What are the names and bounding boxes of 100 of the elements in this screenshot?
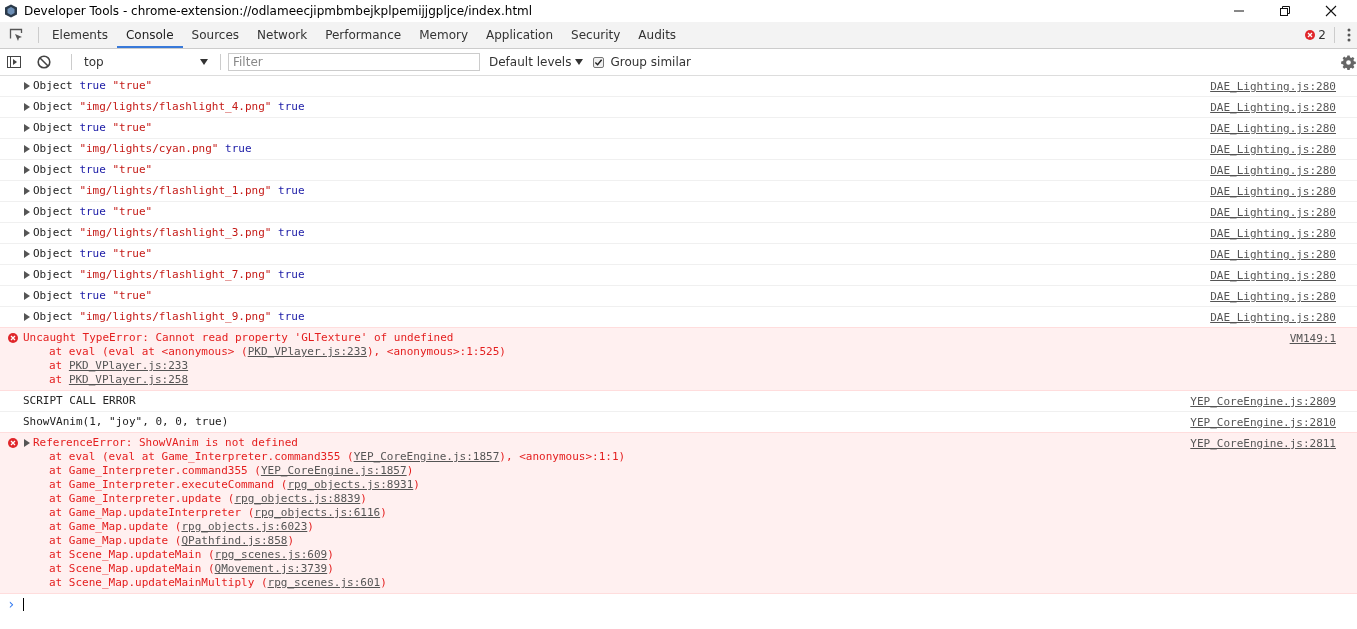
tab[interactable]: Memory <box>410 22 477 48</box>
stack-trace-line: at Game_Map.update (rpg_objects.js:6023) <box>48 520 314 534</box>
stack-trace-line: at PKD_VPlayer.js:258 <box>48 373 189 387</box>
error-message: Uncaught TypeError: Cannot read property 'GLTexture' of undefined <box>23 331 454 345</box>
source-link[interactable]: rpg_objects.js:8931 <box>287 478 414 491</box>
source-link[interactable]: DAE_Lighting.js:280 <box>1210 118 1336 136</box>
devtools-app-icon <box>4 4 18 18</box>
stack-trace-line: at Game_Interpreter.executeCommand (rpg_objects.js:8931) <box>48 478 420 492</box>
group-similar-checkbox[interactable] <box>593 56 605 68</box>
log-message: Object true "true" <box>33 289 153 303</box>
source-link[interactable]: rpg_objects.js:8839 <box>234 492 361 505</box>
group-similar-label: Group similar <box>610 55 692 69</box>
log-message: Object true "true" <box>33 163 153 177</box>
stack-trace-line: at Game_Map.update (QPathfind.js:858) <box>48 534 295 548</box>
filter-field[interactable]: Filter <box>228 53 480 71</box>
error-icon <box>8 438 18 448</box>
expand-arrow-icon[interactable] <box>23 439 31 447</box>
log-message: Object true "true" <box>33 247 153 261</box>
source-link[interactable]: DAE_Lighting.js:280 <box>1210 265 1336 283</box>
expand-arrow-icon[interactable] <box>23 313 31 321</box>
source-link[interactable]: DAE_Lighting.js:280 <box>1210 160 1336 178</box>
source-link[interactable]: DAE_Lighting.js:280 <box>1210 202 1336 220</box>
text-cursor <box>23 597 25 611</box>
log-message: ShowVAnim(1, "joy", 0, 0, true) <box>23 415 229 429</box>
inspect-element-icon[interactable] <box>8 27 24 43</box>
expand-arrow-icon[interactable] <box>23 82 31 90</box>
source-link[interactable]: rpg_scenes.js:601 <box>267 576 381 589</box>
error-icon <box>8 333 18 343</box>
log-message: Object true "true" <box>33 205 153 219</box>
source-link[interactable]: QPathfind.js:858 <box>181 534 288 547</box>
log-message: Object true "true" <box>33 121 153 135</box>
source-link[interactable]: PKD_VPlayer.js:258 <box>68 373 189 386</box>
source-link[interactable]: rpg_scenes.js:609 <box>214 548 328 561</box>
sidebar-toggle-icon[interactable] <box>7 56 21 68</box>
clear-console-icon[interactable] <box>37 55 51 69</box>
log-message: SCRIPT CALL ERROR <box>23 394 136 408</box>
source-link[interactable]: DAE_Lighting.js:280 <box>1210 244 1336 262</box>
dropdown-arrow-icon[interactable] <box>200 58 208 66</box>
error-icon <box>1305 30 1316 40</box>
source-link[interactable]: rpg_objects.js:6023 <box>181 520 308 533</box>
expand-arrow-icon[interactable] <box>23 208 31 216</box>
source-link[interactable]: QMovement.js:3739 <box>214 562 328 575</box>
source-link[interactable]: PKD_VPlayer.js:233 <box>68 359 189 372</box>
stack-trace-line: at PKD_VPlayer.js:233 <box>48 359 189 373</box>
log-levels-dropdown[interactable]: Default levels <box>489 55 584 69</box>
tab[interactable]: Console <box>116 22 183 48</box>
restore-icon[interactable] <box>1279 5 1291 17</box>
source-link[interactable]: YEP_CoreEngine.js:2809 <box>1190 391 1336 409</box>
stack-trace-line: at Scene_Map.updateMainMultiply (rpg_scenes.js:601) <box>48 576 387 590</box>
source-link[interactable]: DAE_Lighting.js:280 <box>1210 76 1336 94</box>
log-message: Object "img/lights/flashlight_9.png" true <box>33 310 305 324</box>
expand-arrow-icon[interactable] <box>23 145 31 153</box>
source-link[interactable]: rpg_objects.js:6116 <box>254 506 381 519</box>
error-message: ReferenceError: ShowVAnim is not defined <box>33 436 298 450</box>
log-message: Object true "true" <box>33 79 153 93</box>
log-message: Object "img/lights/flashlight_4.png" true <box>33 100 305 114</box>
dropdown-arrow-icon[interactable] <box>575 58 584 66</box>
tab[interactable]: Sources <box>182 22 249 48</box>
settings-icon[interactable] <box>1341 54 1356 70</box>
stack-trace-line: at Scene_Map.updateMain (QMovement.js:3739) <box>48 562 334 576</box>
tab[interactable]: Security <box>562 22 630 48</box>
stack-trace-line: at eval (eval at <anonymous> (PKD_VPlayer.js:233), <anonymous>:1:525) <box>48 345 506 359</box>
source-link[interactable]: DAE_Lighting.js:280 <box>1210 223 1336 241</box>
stack-trace-line: at Game_Interpreter.update (rpg_objects.js:8839) <box>48 492 367 506</box>
source-link[interactable]: YEP_CoreEngine.js:1857 <box>353 450 500 463</box>
stack-trace-line: at Game_Interpreter.command355 (YEP_CoreEngine.js:1857) <box>48 464 414 478</box>
expand-arrow-icon[interactable] <box>23 250 31 258</box>
source-link[interactable]: DAE_Lighting.js:280 <box>1210 181 1336 199</box>
source-link[interactable]: YEP_CoreEngine.js:2810 <box>1190 412 1336 430</box>
context-selector[interactable]: top <box>76 55 216 69</box>
source-link[interactable]: DAE_Lighting.js:280 <box>1210 139 1336 157</box>
error-count[interactable]: 2 <box>1318 28 1326 42</box>
source-link[interactable]: YEP_CoreEngine.js:1857 <box>260 464 407 477</box>
source-link[interactable]: DAE_Lighting.js:280 <box>1210 286 1336 304</box>
source-link[interactable]: DAE_Lighting.js:280 <box>1210 307 1336 325</box>
expand-arrow-icon[interactable] <box>23 166 31 174</box>
stack-trace-line: at Game_Map.updateInterpreter (rpg_objects.js:6116) <box>48 506 387 520</box>
tab[interactable]: Application <box>477 22 563 48</box>
log-message: Object "img/lights/cyan.png" true <box>33 142 252 156</box>
tab[interactable]: Performance <box>316 22 411 48</box>
expand-arrow-icon[interactable] <box>23 187 31 195</box>
expand-arrow-icon[interactable] <box>23 103 31 111</box>
tab[interactable]: Elements <box>43 22 117 48</box>
expand-arrow-icon[interactable] <box>23 271 31 279</box>
prompt-icon: › <box>7 596 16 612</box>
expand-arrow-icon[interactable] <box>23 124 31 132</box>
close-icon[interactable] <box>1325 5 1337 17</box>
source-link[interactable]: PKD_VPlayer.js:233 <box>247 345 367 358</box>
more-options-icon[interactable] <box>1347 28 1351 42</box>
expand-arrow-icon[interactable] <box>23 292 31 300</box>
tab[interactable]: Audits <box>629 22 686 48</box>
source-link[interactable]: YEP_CoreEngine.js:2811 <box>1190 433 1336 451</box>
source-link[interactable]: DAE_Lighting.js:280 <box>1210 97 1336 115</box>
stack-trace-line: at Scene_Map.updateMain (rpg_scenes.js:609) <box>48 548 334 562</box>
source-link[interactable]: VM149:1 <box>1289 328 1336 346</box>
log-message: Object "img/lights/flashlight_7.png" true <box>33 268 305 282</box>
tab[interactable]: Network <box>248 22 317 48</box>
window-title: Developer Tools - chrome-extension://odlameecjipmbmbejkplpemijjgpljce/index.html <box>24 4 533 18</box>
log-message: Object "img/lights/flashlight_3.png" true <box>33 226 305 240</box>
expand-arrow-icon[interactable] <box>23 229 31 237</box>
